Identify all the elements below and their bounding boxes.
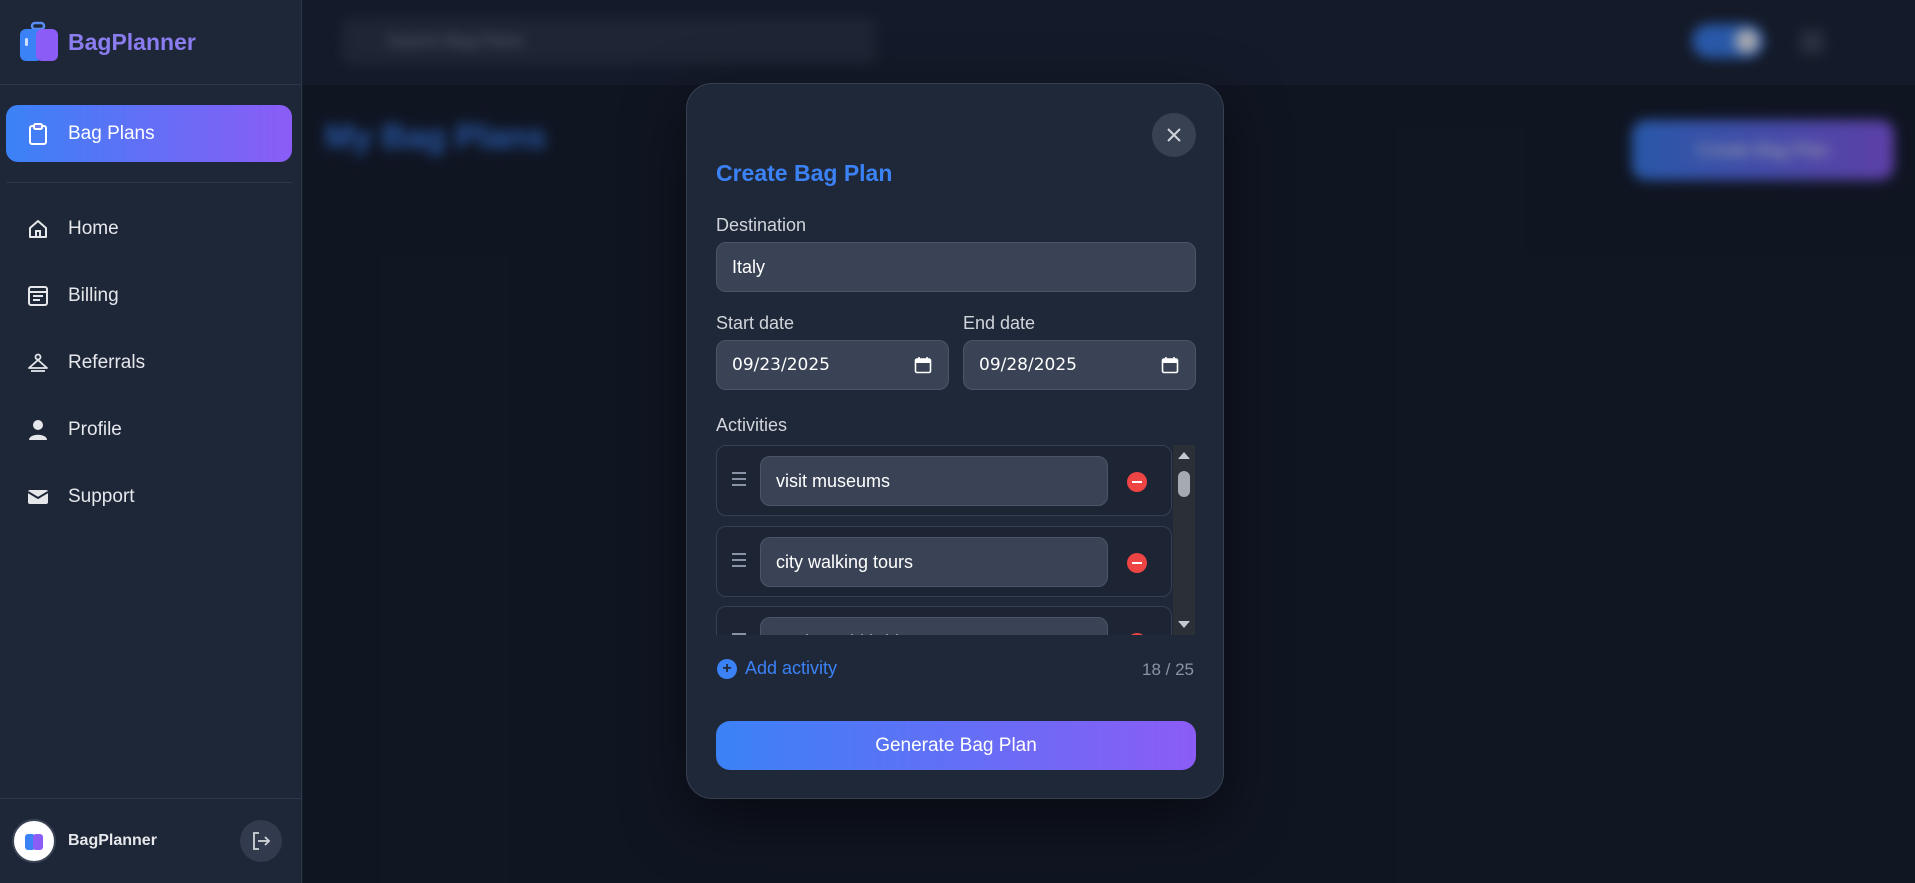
brand[interactable]: BagPlanner [0,0,301,85]
sidebar-item-bag-plans[interactable]: Bag Plans [6,105,292,162]
start-date-input[interactable]: 09/23/2025 [716,340,949,390]
activities-label: Activities [716,415,788,435]
generate-bag-plan-button[interactable]: Generate Bag Plan [716,721,1196,770]
calendar-icon[interactable] [1161,356,1179,374]
scroll-up-icon[interactable] [1178,452,1190,459]
sidebar-footer: BagPlanner [0,798,302,883]
sidebar-item-label: Support [68,485,135,507]
activity-input[interactable]: explore old bridges [760,617,1108,635]
end-date-input[interactable]: 09/28/2025 [963,340,1196,390]
activity-counter: 18 / 25 [1142,660,1194,679]
clipboard-icon [26,122,50,146]
avatar[interactable] [12,819,56,863]
sidebar-item-home[interactable]: Home [0,195,302,262]
sidebar-item-label: Referrals [68,351,146,373]
activity-input[interactable]: visit museums [760,456,1108,506]
close-button[interactable] [1152,113,1196,157]
add-activity-label: Add activity [745,658,838,678]
sidebar-item-label: Billing [68,284,119,306]
activities-list[interactable]: visit museums city walking tours explore… [716,443,1196,635]
bag-logo-icon [18,20,62,64]
sidebar-item-billing[interactable]: Billing [0,262,302,329]
brand-name: BagPlanner [68,28,196,55]
remove-activity-button[interactable] [1127,553,1147,573]
remove-activity-button[interactable] [1127,633,1147,635]
activities-scrollbar[interactable] [1173,445,1195,635]
sidebar-nav: Home Billing Referrals Profile Support [0,195,302,530]
person-icon [26,418,50,442]
nav-divider [6,182,292,183]
logout-button[interactable] [240,820,282,862]
logout-icon [253,832,271,850]
end-date-value: 09/28/2025 [979,355,1077,375]
list-item: city walking tours [716,526,1172,597]
start-date-label: Start date [716,313,795,333]
sidebar-item-referrals[interactable]: Referrals [0,329,302,396]
destination-label: Destination [716,215,807,235]
activity-input[interactable]: city walking tours [760,537,1108,587]
create-bag-plan-modal: Create Bag Plan Destination Italy Start … [686,83,1224,799]
drag-handle-icon[interactable] [732,553,746,571]
sidebar: BagPlanner Bag Plans Home Billing Referr… [0,0,302,883]
end-date-label: End date [963,313,1036,333]
sidebar-item-support[interactable]: Support [0,463,302,530]
start-date-value: 09/23/2025 [732,355,830,375]
sidebar-item-label: Profile [68,418,122,440]
remove-activity-button[interactable] [1127,472,1147,492]
list-item: explore old bridges [716,606,1172,635]
calendar-icon[interactable] [914,356,932,374]
scroll-thumb[interactable] [1178,471,1190,497]
footer-user-name: BagPlanner [68,832,157,849]
destination-input[interactable]: Italy [716,242,1196,292]
hanger-icon [26,351,50,375]
sidebar-item-label: Home [68,217,119,239]
list-item: visit museums [716,445,1172,516]
modal-title: Create Bag Plan [716,160,893,186]
drag-handle-icon[interactable] [732,472,746,490]
plus-circle-icon: + [717,658,737,679]
drag-handle-icon[interactable] [732,633,746,635]
scroll-down-icon[interactable] [1178,621,1190,628]
mail-icon [26,485,50,509]
home-icon [26,217,50,241]
add-activity-button[interactable]: + Add activity [717,658,837,679]
sidebar-item-label: Bag Plans [68,122,155,144]
sidebar-item-profile[interactable]: Profile [0,396,302,463]
billing-icon [26,284,50,308]
close-icon [1167,128,1181,142]
